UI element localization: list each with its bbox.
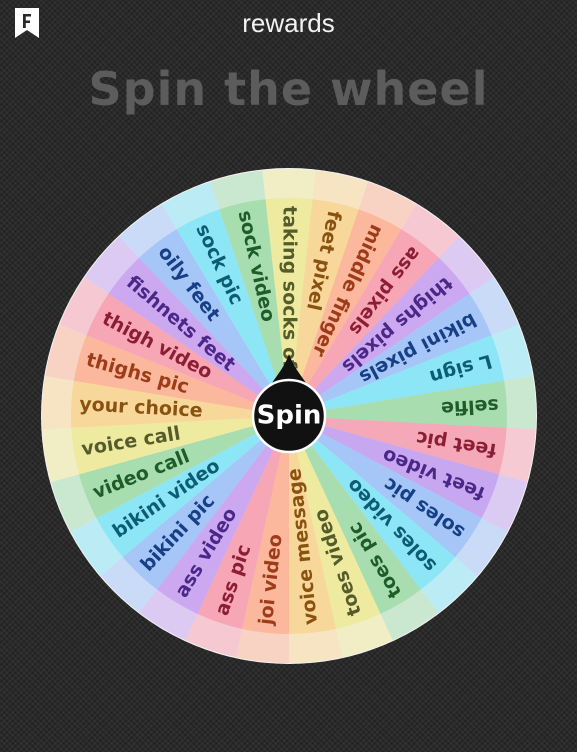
wheel-heading: Spin the wheel [88, 62, 489, 116]
spin-button-label: Spin [257, 401, 322, 431]
top-bar: rewards [0, 0, 577, 48]
wheel-segment-label: taking socks off [279, 206, 301, 376]
spin-wheel[interactable]: taking socks off feet pixel middle finger a… [34, 162, 544, 672]
wheel-graphic: taking socks off feet pixelmiddle fingera… [41, 168, 537, 664]
page-title: rewards [242, 8, 335, 38]
wheel-segment-label: selfie [441, 394, 500, 419]
